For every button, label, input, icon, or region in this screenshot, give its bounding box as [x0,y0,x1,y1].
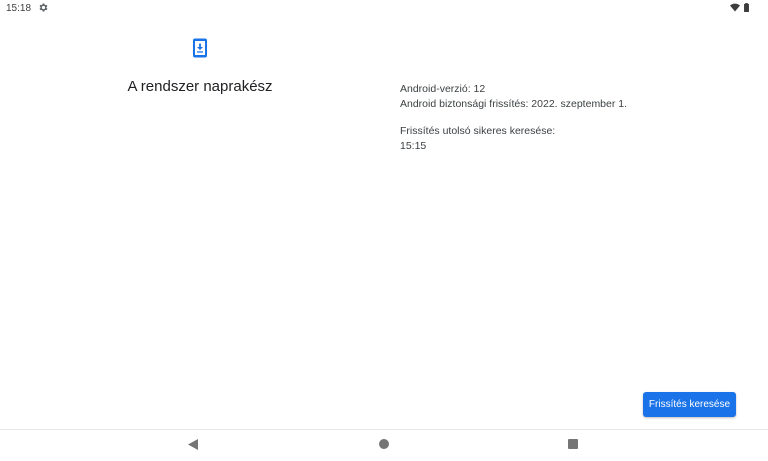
last-check-label: Frissítés utolsó sikeres keresése: [400,125,556,137]
system-update-screen: 15:18 A rendszer naprakész Android-verzi… [0,0,768,461]
recents-icon[interactable] [568,439,578,449]
status-bar: 15:18 [0,0,768,18]
system-update-icon [193,38,207,58]
security-update-text: Android biztonsági frissítés: 2022. szep… [400,98,628,110]
status-time: 15:18 [6,3,32,14]
nav-divider [0,429,768,430]
back-icon[interactable] [188,439,198,450]
update-status-title: A rendszer naprakész [127,78,273,95]
battery-icon [744,3,749,12]
check-for-update-button[interactable]: Frissítés keresése [643,392,736,417]
wifi-icon [730,3,740,12]
last-check-time: 15:15 [400,140,427,152]
version-info: Android-verzió: 12 Android biztonsági fr… [400,82,627,154]
android-version-text: Android-verzió: 12 [400,83,486,95]
home-icon[interactable] [379,439,389,449]
settings-gear-icon [39,3,48,12]
